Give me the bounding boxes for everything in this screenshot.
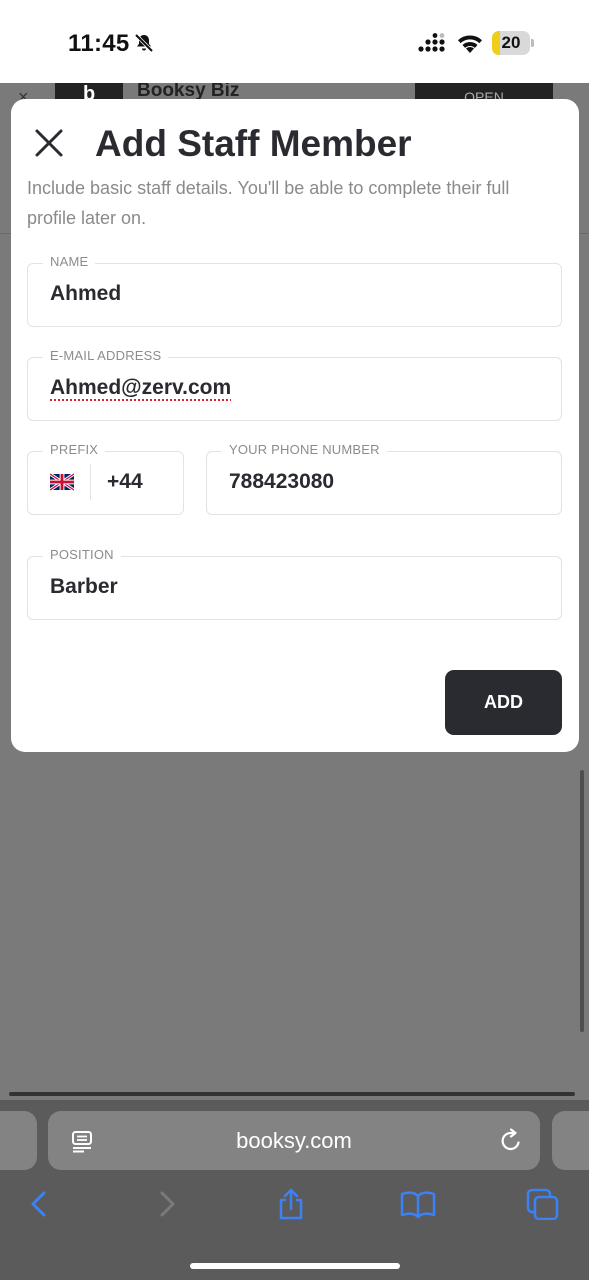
position-value: Barber <box>50 575 118 598</box>
name-label: NAME <box>43 254 96 269</box>
modal-description: Include basic staff details. You'll be a… <box>27 178 510 228</box>
app-banner: × b Booksy Biz OPEN <box>0 83 589 99</box>
address-bar[interactable]: booksy.com <box>48 1111 540 1170</box>
prefix-label: PREFIX <box>43 442 106 457</box>
name-field[interactable]: NAME Ahmed <box>27 254 562 327</box>
bookmarks-icon[interactable] <box>400 1188 436 1220</box>
add-staff-modal: Add Staff Member Include basic staff det… <box>11 99 579 752</box>
banner-close-icon[interactable]: × <box>18 87 29 99</box>
banner-open-button[interactable]: OPEN <box>415 83 553 99</box>
back-icon[interactable] <box>24 1188 54 1220</box>
share-icon[interactable] <box>276 1188 306 1220</box>
booksy-logo: b <box>55 83 123 99</box>
prefix-select[interactable]: PREFIX +44 <box>27 442 184 515</box>
battery-percent: 20 <box>501 33 521 52</box>
banner-title: Booksy Biz <box>137 83 240 99</box>
next-tab-card[interactable] <box>552 1111 589 1170</box>
prefix-value: +44 <box>107 470 143 493</box>
uk-flag-icon <box>50 473 74 491</box>
position-field[interactable]: POSITION Barber <box>27 547 562 620</box>
status-time: 11:45 <box>68 30 130 57</box>
add-button[interactable]: ADD <box>445 670 562 735</box>
tabs-icon[interactable] <box>526 1188 560 1220</box>
phone-field[interactable]: YOUR PHONE NUMBER 788423080 <box>206 442 562 515</box>
url-text: booksy.com <box>236 1128 352 1153</box>
position-label: POSITION <box>43 547 121 562</box>
bell-slash-icon <box>134 33 154 53</box>
email-field[interactable]: E-MAIL ADDRESS Ahmed@zerv.com <box>27 348 562 421</box>
home-indicator[interactable] <box>190 1263 400 1269</box>
toolbar-separator <box>9 1092 575 1096</box>
battery-indicator: 20 <box>492 31 534 55</box>
cellular-signal-icon <box>418 33 445 52</box>
modal-title: Add Staff Member <box>95 123 412 164</box>
email-label: E-MAIL ADDRESS <box>43 348 169 363</box>
wifi-icon <box>458 35 482 53</box>
browser-toolbar: booksy.com <box>0 1100 589 1280</box>
status-bar: 11:45 20 <box>0 0 589 83</box>
close-icon[interactable] <box>33 127 65 159</box>
phone-value: 788423080 <box>229 470 335 493</box>
email-value: Ahmed@zerv.com <box>50 376 232 399</box>
phone-label: YOUR PHONE NUMBER <box>222 442 387 457</box>
name-value: Ahmed <box>50 282 122 305</box>
previous-tab-card[interactable] <box>0 1111 37 1170</box>
page-scrollbar[interactable] <box>580 770 584 1032</box>
forward-icon[interactable] <box>152 1188 182 1220</box>
reload-icon[interactable] <box>498 1128 524 1154</box>
